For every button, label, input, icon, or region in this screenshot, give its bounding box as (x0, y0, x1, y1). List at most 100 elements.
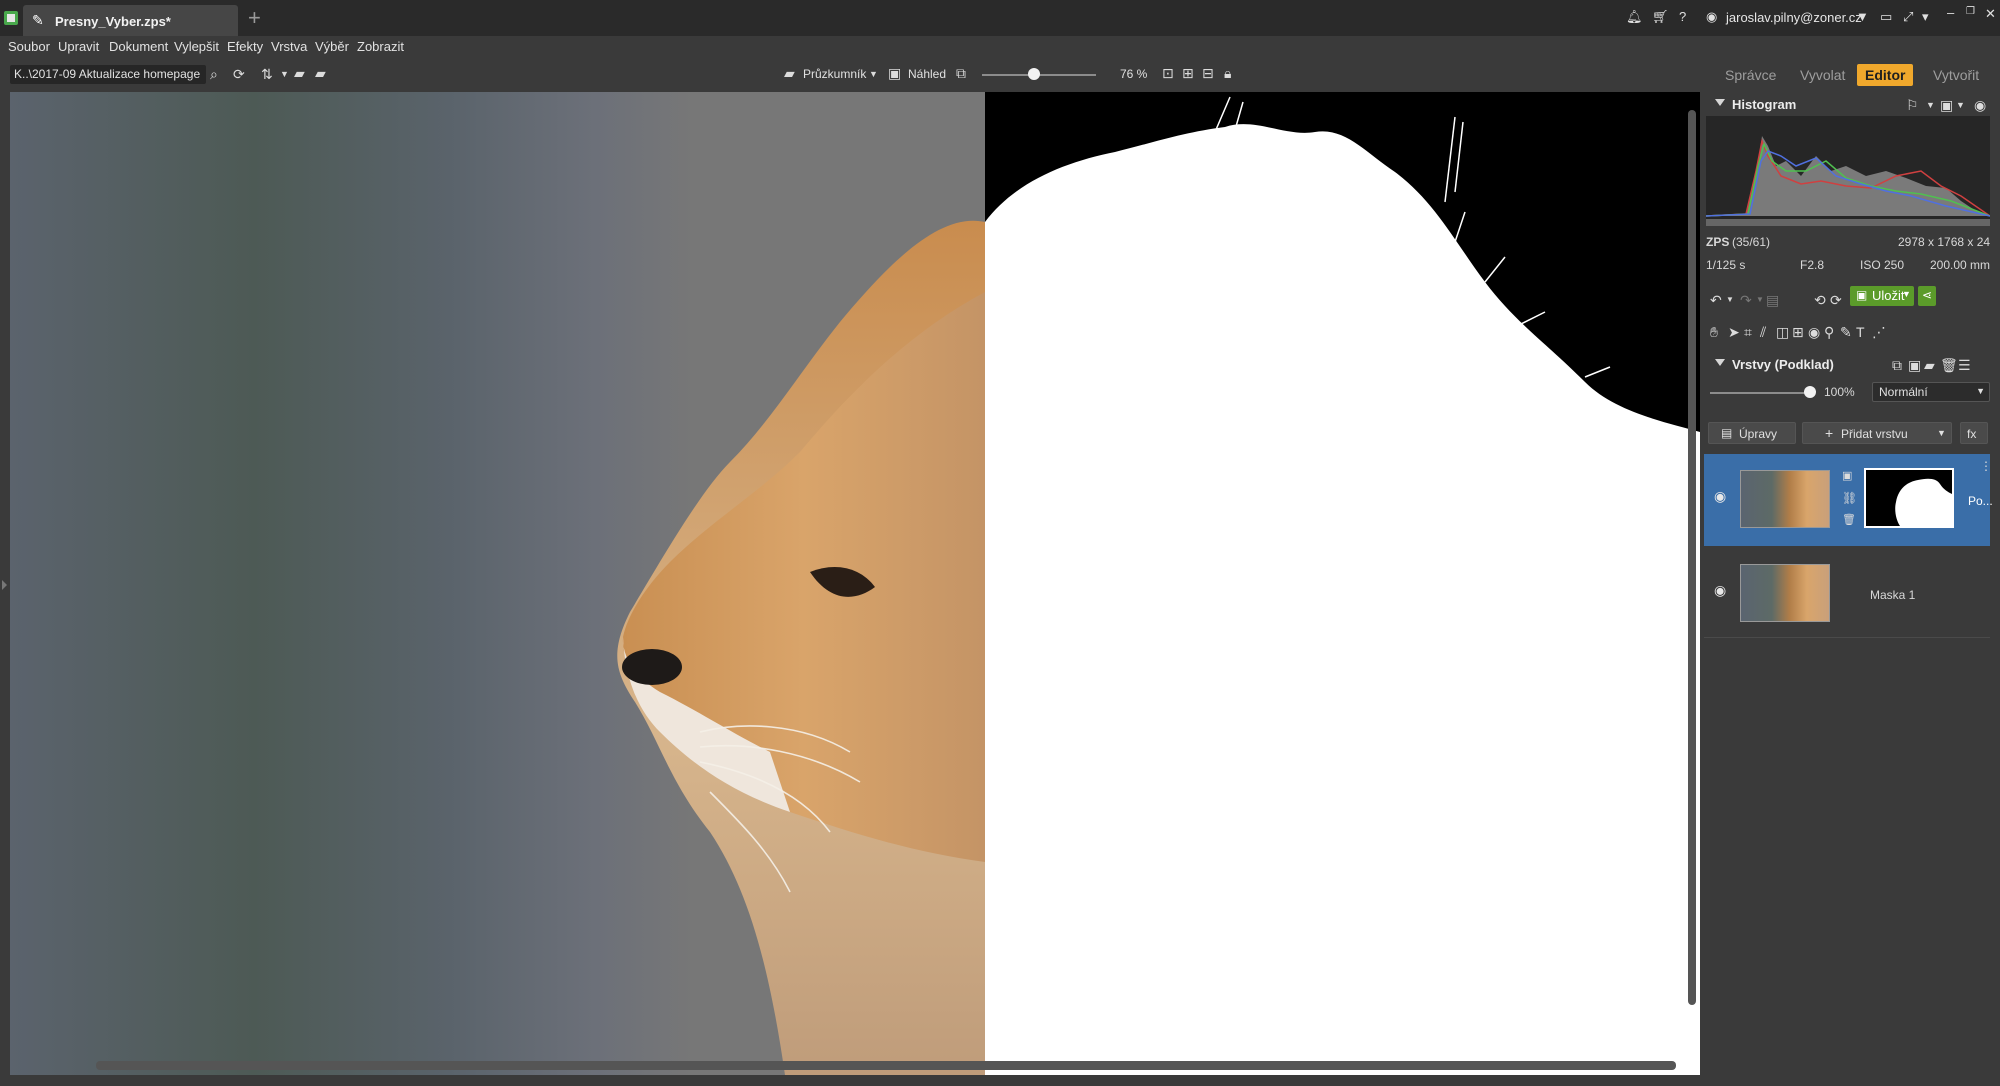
text-frame-tool-icon[interactable]: ⊞ (1792, 324, 1804, 340)
histogram-options-icon[interactable]: ⚐ (1906, 97, 1919, 113)
path-field[interactable]: K..\2017-09 Aktualizace homepage (10, 65, 206, 84)
redo-icon[interactable]: ↷ (1740, 292, 1752, 308)
histogram-settings-icon[interactable]: ◉ (1974, 97, 1986, 113)
duplicate-layer-icon[interactable]: ⧉ (1892, 357, 1902, 373)
visibility-eye-icon[interactable]: ◉ (1714, 488, 1726, 505)
close-button[interactable]: ✕ (1985, 6, 1996, 22)
iso-value: ISO 250 (1860, 258, 1905, 272)
blend-mode-value: Normální (1879, 385, 1928, 399)
delete-layer-icon[interactable]: 🗑︎ (1940, 357, 1958, 373)
undo-dropdown-icon[interactable]: ▼ (1726, 292, 1734, 308)
layer-mask-thumbnail[interactable] (1864, 468, 1954, 528)
effects-label: fx (1967, 427, 1977, 441)
menu-dokument[interactable]: Dokument (109, 39, 168, 54)
straighten-tool-icon[interactable]: ⫽ (1760, 324, 1766, 340)
fullscreen-icon[interactable]: ⤢ (1903, 9, 1913, 25)
save-dropdown-icon[interactable]: ▼ (1902, 289, 1911, 299)
share-button[interactable]: ⋖ (1918, 286, 1936, 306)
selection-tool-icon[interactable]: ◫ (1776, 324, 1789, 340)
mode-spravce[interactable]: Správce (1717, 64, 1784, 86)
pointer-tool-icon[interactable]: ➤ (1728, 324, 1740, 340)
add-layer-button[interactable]: + Přidat vrstvu ▼ (1802, 422, 1952, 444)
adjustments-button[interactable]: ▤ Úpravy (1708, 422, 1796, 444)
zoom-slider-handle[interactable] (1028, 68, 1040, 80)
menu-soubor[interactable]: Soubor (8, 39, 50, 54)
explorer-folder-icon: ▰ (784, 65, 795, 81)
redo-dropdown-icon[interactable]: ▼ (1756, 292, 1764, 308)
collapse-left-panel-icon[interactable] (2, 580, 7, 590)
rotate-left-icon[interactable]: ⟲ (1814, 292, 1826, 308)
document-tab[interactable]: ✎ Presny_Vyber.zps* (23, 5, 238, 36)
new-group-icon[interactable]: ▰ (1924, 357, 1935, 373)
menu-vylepsit[interactable]: Vylepšit (174, 39, 219, 54)
menu-vyber[interactable]: Výběr (315, 39, 349, 54)
rotate-right-icon[interactable]: ⟳ (1830, 292, 1842, 308)
folder-icon[interactable]: ▰ (315, 65, 326, 81)
mode-vyvolat[interactable]: Vyvolat (1792, 64, 1853, 86)
folder-up-icon[interactable]: ▰ (294, 65, 305, 81)
image-canvas[interactable] (10, 92, 1700, 1075)
actual-size-icon[interactable]: ⊡ (1162, 65, 1174, 81)
undo-icon[interactable]: ↶ (1710, 292, 1722, 308)
history-icon[interactable]: ▤ (1766, 292, 1779, 308)
opacity-slider[interactable] (1710, 392, 1814, 394)
external-link-icon[interactable]: ⧉ (956, 65, 966, 81)
text-tool-icon[interactable]: T (1856, 324, 1865, 340)
preview-label[interactable]: Náhled (908, 67, 946, 81)
mask-icon[interactable]: ▣ (1842, 468, 1852, 484)
restore-button[interactable]: ❐ (1966, 4, 1975, 20)
menu-efekty[interactable]: Efekty (227, 39, 263, 54)
feedback-icon[interactable]: ▭ (1880, 9, 1892, 25)
menu-zobrazit[interactable]: Zobrazit (357, 39, 404, 54)
explorer-label[interactable]: Průzkumník (803, 67, 866, 81)
more-tools-icon[interactable]: ⋰ (1872, 324, 1886, 340)
layers-header[interactable]: Vrstvy (Podklad) ⧉ ▣ ▰ 🗑︎ ☰ (1702, 354, 1992, 376)
user-icon[interactable]: ◉ (1706, 9, 1717, 25)
layer-row[interactable]: ◉ Maska 1 (1704, 548, 1990, 638)
help-icon[interactable]: ? (1679, 9, 1686, 25)
red-eye-tool-icon[interactable]: ◉ (1808, 324, 1820, 340)
histogram-view-dropdown-icon[interactable]: ▼ (1956, 97, 1965, 113)
minimize-button[interactable]: – (1947, 5, 1954, 21)
menu-upravit[interactable]: Upravit (58, 39, 99, 54)
collapse-arrow-icon (1715, 359, 1725, 366)
refresh-icon[interactable]: ⟳ (233, 66, 245, 82)
layers-menu-icon[interactable]: ☰ (1958, 357, 1971, 373)
layer-menu-icon[interactable]: ⋮ (1980, 458, 1992, 474)
visibility-eye-icon[interactable]: ◉ (1714, 582, 1726, 599)
histogram-view-icon[interactable]: ▣ (1940, 97, 1953, 113)
horizontal-scrollbar[interactable] (96, 1061, 1676, 1070)
fit-screen-icon[interactable]: ⊞ (1182, 65, 1194, 81)
add-layer-dropdown-icon[interactable]: ▼ (1937, 428, 1946, 438)
crop-tool-icon[interactable]: ⌗ (1744, 324, 1752, 340)
blend-mode-select[interactable]: Normální ▼ (1872, 382, 1990, 402)
compare-icon[interactable]: ⊟ (1202, 65, 1214, 81)
vertical-scrollbar[interactable] (1688, 110, 1696, 1005)
sort-dropdown-icon[interactable]: ▼ (280, 66, 289, 82)
cart-icon[interactable]: 🛒︎ (1652, 9, 1669, 25)
mode-vytvorit[interactable]: Vytvořit (1925, 64, 1987, 86)
histogram-header[interactable]: Histogram ⚐ ▼ ▣ ▼ ◉ (1702, 94, 1992, 116)
histogram-dropdown-icon[interactable]: ▼ (1926, 97, 1935, 113)
search-icon[interactable]: ⌕ (210, 66, 218, 82)
delete-mask-icon[interactable]: 🗑︎ (1842, 512, 1856, 528)
opacity-slider-handle[interactable] (1804, 386, 1816, 398)
add-mask-icon[interactable]: ▣ (1908, 357, 1921, 373)
clone-tool-icon[interactable]: ⚲ (1824, 324, 1834, 340)
mode-editor[interactable]: Editor (1857, 64, 1914, 86)
sort-icon[interactable]: ⇅ (261, 66, 273, 82)
effects-button[interactable]: fx (1960, 422, 1988, 444)
new-tab-button[interactable]: + (248, 6, 261, 30)
account-dropdown-icon[interactable]: ▼ (1856, 9, 1869, 25)
layer-row-selected[interactable]: ◉ ▣ ⛓︎ 🗑︎ Po... ⋮ (1704, 454, 1993, 546)
lock-icon[interactable]: 🔒︎ (1224, 65, 1231, 81)
chevron-down-icon[interactable]: ▾ (1922, 9, 1929, 25)
bell-icon[interactable]: 🔔︎ (1626, 9, 1643, 25)
menu-vrstva[interactable]: Vrstva (271, 39, 307, 54)
save-button[interactable]: ▣ Uložit ▼ (1850, 286, 1914, 306)
explorer-dropdown-icon[interactable]: ▼ (869, 66, 878, 82)
brush-tool-icon[interactable]: ✎ (1840, 324, 1852, 340)
hand-tool-icon[interactable]: ✋︎ (1710, 324, 1718, 340)
user-email[interactable]: jaroslav.pilny@zoner.cz (1726, 10, 1862, 25)
link-icon[interactable]: ⛓︎ (1842, 490, 1857, 506)
